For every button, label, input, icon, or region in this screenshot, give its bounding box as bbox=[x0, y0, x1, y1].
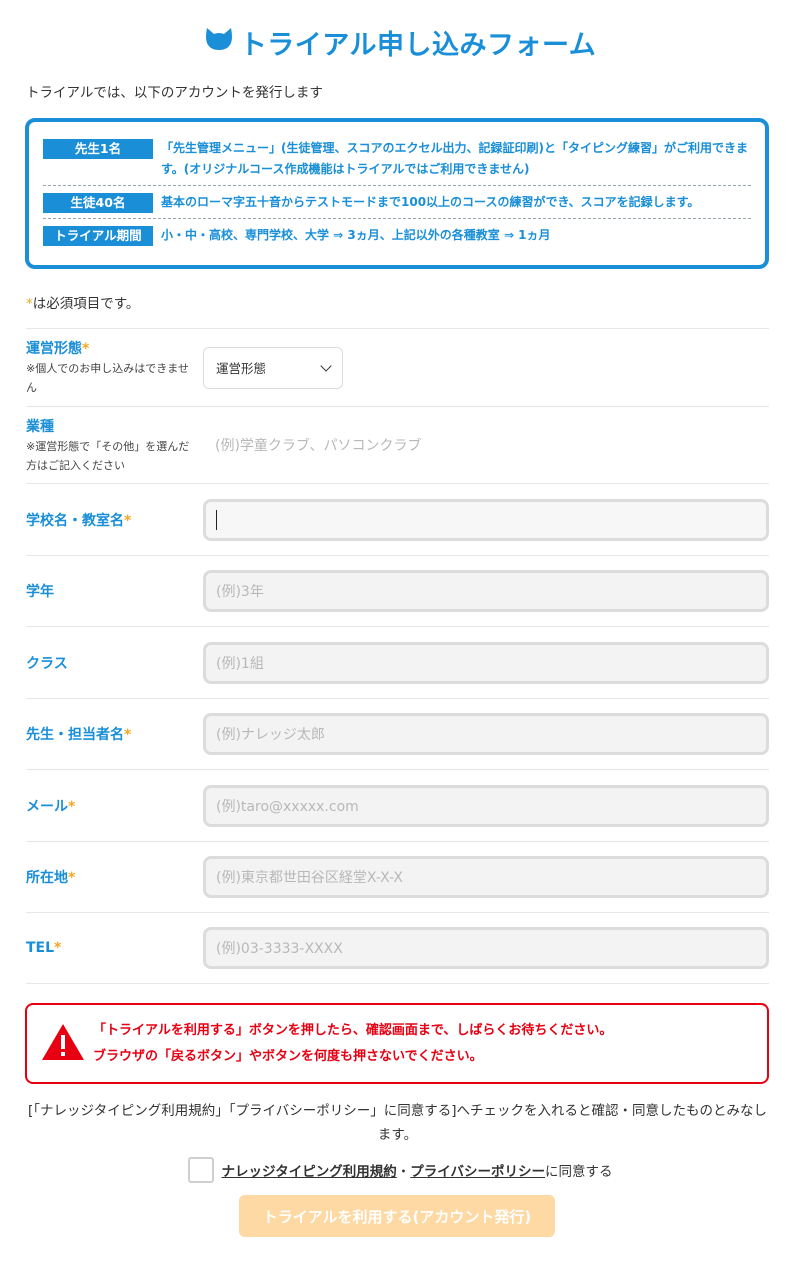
agreement-check-row: ナレッジタイピング利用規約・プライバシーポリシー に同意する bbox=[0, 1157, 800, 1183]
privacy-link[interactable]: プライバシーポリシー bbox=[410, 1160, 545, 1180]
agreement-suffix: に同意する bbox=[544, 1164, 613, 1180]
grade-input[interactable]: (例)3年 bbox=[203, 570, 769, 612]
operation-select[interactable]: 運営形態 bbox=[203, 346, 343, 389]
account-row-teacher: 先生1名 「先生管理メニュー」(生徒管理、スコアのエクセル出力、記録証印刷)と「… bbox=[43, 132, 751, 186]
cat-icon bbox=[204, 26, 234, 62]
account-tag: 生徒40名 bbox=[43, 193, 153, 213]
link-separator: ・ bbox=[396, 1164, 411, 1180]
warning-box: 「トライアルを利用する」ボタンを押したら、確認画面まで、しばらくお待ちください。… bbox=[25, 1003, 769, 1084]
account-description: 小・中・高校、専門学校、大学 ⇒ 3ヵ月、上記以外の各種教室 ⇒ 1ヵ月 bbox=[161, 228, 551, 242]
warning-line-1: 「トライアルを利用する」ボタンを押したら、確認画面まで、しばらくお待ちください。 bbox=[93, 1022, 613, 1038]
row-industry: 業種 ※運営形態で「その他」を選んだ方はご記入ください (例)学童クラブ、パソコ… bbox=[26, 406, 769, 483]
class-input[interactable]: (例)1組 bbox=[203, 641, 769, 684]
required-star: * bbox=[68, 798, 76, 815]
field-label: 業種 ※運営形態で「その他」を選んだ方はご記入ください bbox=[26, 416, 203, 475]
agreement-checkbox[interactable] bbox=[187, 1157, 214, 1183]
account-description: 基本のローマ字五十音からテストモードまで100以上のコースの練習ができ、スコアを… bbox=[161, 195, 700, 209]
submit-trial-button[interactable]: トライアルを利用する(アカウント発行) bbox=[239, 1195, 555, 1237]
account-tag: 先生1名 bbox=[43, 139, 153, 159]
label-tel: TEL bbox=[26, 940, 55, 956]
page-title-text: トライアル申し込みフォーム bbox=[239, 30, 597, 61]
email-input[interactable]: (例)taro@xxxxx.com bbox=[203, 784, 769, 827]
address-input[interactable]: (例)東京都世田谷区経堂X-X-X bbox=[203, 856, 769, 898]
field-label: 運営形態* ※個人でのお申し込みはできません bbox=[26, 338, 203, 397]
row-address: 所在地* (例)東京都世田谷区経堂X-X-X bbox=[26, 841, 769, 912]
row-tel: TEL* (例)03-3333-XXXX bbox=[26, 912, 769, 984]
warning-icon bbox=[41, 1023, 85, 1065]
label-operation: 運営形態 bbox=[26, 341, 82, 357]
required-star: * bbox=[26, 296, 33, 312]
terms-link[interactable]: ナレッジタイピング利用規約 bbox=[222, 1160, 397, 1180]
required-star: * bbox=[68, 870, 76, 886]
account-tag: トライアル期間 bbox=[43, 226, 153, 246]
row-school: 学校名・教室名* bbox=[26, 483, 769, 555]
tel-input[interactable]: (例)03-3333-XXXX bbox=[203, 927, 769, 969]
label-industry: 業種 bbox=[26, 418, 54, 435]
required-note: *は必須項目です。 bbox=[26, 292, 139, 312]
school-name-input[interactable] bbox=[203, 498, 769, 541]
note-industry: ※運営形態で「その他」を選んだ方はご記入ください bbox=[26, 439, 190, 472]
account-row-period: トライアル期間 小・中・高校、専門学校、大学 ⇒ 3ヵ月、上記以外の各種教室 ⇒… bbox=[43, 219, 751, 251]
chevron-down-icon bbox=[320, 359, 332, 372]
text-cursor bbox=[216, 509, 217, 530]
warning-line-2: ブラウザの「戻るボタン」やボタンを何度も押さないでください。 bbox=[93, 1048, 483, 1064]
label-address: 所在地 bbox=[26, 870, 68, 886]
label-school: 学校名・教室名 bbox=[26, 512, 124, 529]
label-email: メール bbox=[26, 798, 68, 815]
account-row-students: 生徒40名 基本のローマ字五十音からテストモードまで100以上のコースの練習がで… bbox=[43, 186, 751, 219]
required-star: * bbox=[54, 940, 62, 956]
industry-input[interactable]: (例)学童クラブ、パソコンクラブ bbox=[203, 426, 769, 464]
account-info-box: 先生1名 「先生管理メニュー」(生徒管理、スコアのエクセル出力、記録証印刷)と「… bbox=[25, 118, 769, 269]
row-teacher: 先生・担当者名* (例)ナレッジ太郎 bbox=[26, 698, 769, 769]
label-teacher: 先生・担当者名 bbox=[26, 727, 124, 743]
required-star: * bbox=[82, 341, 90, 357]
teacher-name-input[interactable]: (例)ナレッジ太郎 bbox=[203, 713, 769, 755]
account-description: 「先生管理メニュー」(生徒管理、スコアのエクセル出力、記録証印刷)と「タイピング… bbox=[161, 141, 748, 176]
row-operation: 運営形態* ※個人でのお申し込みはできません 運営形態 bbox=[26, 328, 769, 406]
page-title: トライアル申し込みフォーム bbox=[0, 26, 800, 64]
row-class: クラス (例)1組 bbox=[26, 626, 769, 698]
trial-form: 運営形態* ※個人でのお申し込みはできません 運営形態 業種 ※運営形態で「その… bbox=[26, 328, 769, 984]
label-grade: 学年 bbox=[26, 584, 54, 600]
required-note-text: は必須項目です。 bbox=[32, 296, 140, 312]
required-star: * bbox=[124, 727, 132, 743]
note-operation: ※個人でのお申し込みはできません bbox=[26, 362, 189, 394]
operation-select-value: 運営形態 bbox=[216, 361, 267, 376]
label-class: クラス bbox=[26, 655, 68, 672]
required-star: * bbox=[124, 512, 132, 529]
intro-text: トライアルでは、以下のアカウントを発行します bbox=[26, 85, 323, 101]
row-grade: 学年 (例)3年 bbox=[26, 555, 769, 626]
agreement-text: [「ナレッジタイピング利用規約」「プライバシーポリシー」に同意する]へチェックを… bbox=[28, 1103, 767, 1143]
row-email: メール* (例)taro@xxxxx.com bbox=[26, 769, 769, 841]
